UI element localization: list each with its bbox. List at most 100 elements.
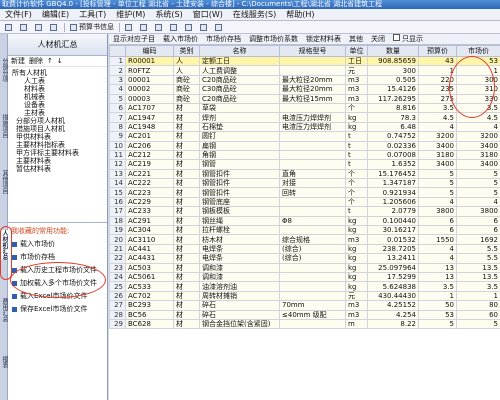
table-cell[interactable]: 商砼	[173, 74, 200, 86]
table-row[interactable]: 15 AC223 材钢管扣件 回转个 0.921934 5 5	[109, 187, 500, 198]
table-cell[interactable]: 元	[345, 290, 368, 302]
table-cell[interactable]: 直角	[279, 168, 346, 180]
table-cell[interactable]	[279, 262, 346, 274]
table-cell[interactable]: 拉杆螺栓	[199, 225, 280, 236]
new-node-button[interactable]: 新建	[11, 56, 25, 66]
table-cell[interactable]: 3400	[418, 140, 457, 151]
save-button[interactable]	[32, 22, 47, 33]
table-cell[interactable]: 4	[418, 121, 457, 133]
table-cell[interactable]: 周转材摊销	[199, 290, 280, 302]
table-cell[interactable]: AC5061	[125, 271, 174, 283]
table-cell[interactable]: 3.5	[456, 102, 500, 114]
tree-node[interactable]: 主要材料表	[10, 157, 107, 165]
table-cell[interactable]: 430.44430	[367, 290, 419, 302]
table-cell[interactable]	[279, 271, 346, 283]
table-cell[interactable]: 4.25152	[367, 300, 419, 311]
table-cell[interactable]: 材	[173, 290, 200, 302]
table-cell[interactable]: 5	[418, 318, 457, 330]
table-cell[interactable]: 5.624838	[367, 281, 419, 292]
table-row[interactable]: 5 00003 商砼 C20商品砼 最大粒径15mm m3 117.26295 275 330	[109, 93, 500, 104]
table-cell[interactable]: 3.5	[418, 102, 457, 114]
table-cell[interactable]: 4.254	[367, 309, 419, 320]
table-cell[interactable]: AC291	[125, 215, 174, 227]
table-cell[interactable]: 个	[345, 102, 368, 114]
move-up-button[interactable]: ↑	[47, 57, 53, 65]
table-cell[interactable]: 钢管扣件	[199, 187, 280, 198]
table-cell[interactable]: 材	[173, 178, 200, 189]
table-cell[interactable]: 0.921934	[367, 187, 419, 198]
table-cell[interactable]	[279, 206, 346, 217]
table-cell[interactable]: m3	[345, 300, 368, 311]
table-cell[interactable]: 电焊条	[199, 253, 280, 264]
table-cell[interactable]: 3.5	[456, 281, 500, 292]
table-cell[interactable]	[279, 225, 346, 236]
table-cell[interactable]: 人	[173, 55, 200, 67]
table-cell[interactable]	[279, 290, 346, 302]
table-cell[interactable]: m	[345, 318, 368, 330]
table-row[interactable]: 21 AC441 材电焊条 (综合) kg 238.7205 4 5.5	[109, 243, 500, 255]
menu-edit[interactable]: 编辑(E)	[37, 9, 74, 20]
table-cell[interactable]: t	[345, 159, 368, 170]
table-cell[interactable]: 4	[456, 196, 500, 208]
table-cell[interactable]: 5	[418, 187, 457, 198]
table-cell[interactable]: 钢管	[199, 159, 280, 170]
column-header[interactable]: 编码	[125, 45, 174, 57]
vtab-other[interactable]: 其他项目	[0, 170, 8, 194]
table-cell[interactable]: 5.5	[456, 243, 500, 255]
vtab-fees[interactable]: 费用汇总	[0, 298, 8, 322]
table-cell[interactable]: AC222	[125, 178, 174, 189]
table-cell[interactable]: C20商品砼	[199, 93, 280, 104]
favorite-weighted-load[interactable]: 加权载入多个市场价文件	[8, 277, 107, 290]
table-cell[interactable]: 13.5	[456, 262, 500, 274]
table-cell[interactable]: 3800	[418, 206, 457, 217]
table-cell[interactable]: t	[345, 140, 368, 151]
table-cell[interactable]: 个	[345, 178, 368, 189]
table-cell[interactable]: 0.07008	[367, 149, 419, 161]
table-cell[interactable]: 00001	[125, 74, 174, 86]
table-cell[interactable]: 0.02336	[367, 140, 419, 151]
table-cell[interactable]: 17.5299	[367, 271, 419, 283]
table-cell[interactable]: 扁钢	[199, 140, 280, 151]
table-cell[interactable]: 最大粒径20mm	[279, 84, 346, 95]
table-cell[interactable]: 0.100440	[367, 215, 419, 227]
tree-node[interactable]: 甲方评标主要材料表	[10, 149, 107, 157]
table-cell[interactable]: BC56	[125, 309, 174, 320]
table-cell[interactable]	[279, 55, 346, 67]
table-cell[interactable]: 电焊条	[199, 243, 280, 255]
table-row[interactable]: 23 AC503 材调和漆 kg 25.097964 13 13.5	[109, 262, 500, 274]
table-row[interactable]: 6 AC1707 材草袋个 8.816 3.5 3.5	[109, 102, 500, 114]
table-cell[interactable]: 300	[456, 74, 500, 86]
table-cell[interactable]: kg	[345, 253, 368, 264]
table-cell[interactable]: 300	[367, 65, 419, 76]
preview-button[interactable]: 预算书信息	[67, 22, 117, 33]
table-cell[interactable]: 元	[345, 65, 368, 76]
table-cell[interactable]: 0.505	[367, 74, 419, 86]
redo-button[interactable]	[137, 22, 152, 33]
table-cell[interactable]: BC293	[125, 300, 174, 311]
column-header[interactable]: 类别	[173, 45, 200, 57]
table-cell[interactable]: 330	[456, 93, 500, 104]
table-cell[interactable]	[279, 318, 346, 330]
table-cell[interactable]: t	[345, 206, 368, 217]
vtab-materials[interactable]: 人材机汇总	[0, 230, 8, 260]
table-cell[interactable]: 6.48	[367, 121, 419, 133]
table-cell[interactable]: 材	[173, 149, 200, 161]
table-cell[interactable]: 1550	[418, 234, 457, 245]
tree-node[interactable]: 分部分项人材机	[10, 117, 107, 125]
table-row[interactable]: 25 AC533 材油漆溶剂油 kg 5.624838 3.5 3.5	[109, 281, 500, 292]
table-cell[interactable]: 4	[418, 243, 457, 255]
table-cell[interactable]: 6	[456, 225, 500, 236]
tree-node[interactable]: 人工表	[10, 77, 107, 85]
table-cell[interactable]: 4.5	[456, 112, 500, 123]
table-cell[interactable]: 5.5	[456, 253, 500, 264]
table-cell[interactable]: Φ8	[279, 215, 346, 227]
menu-window[interactable]: 窗口(W)	[188, 9, 228, 20]
show-only-toggle[interactable]: 只显示	[389, 34, 427, 44]
table-row[interactable]: 16 AC229 材钢管底座个 1.205606 4 4	[109, 196, 500, 208]
table-cell[interactable]: 3180	[456, 149, 500, 161]
table-cell[interactable]: 275	[418, 93, 457, 104]
table-cell[interactable]: 3400	[456, 140, 500, 151]
table-cell[interactable]: 00002	[125, 84, 174, 95]
table-cell[interactable]: 草袋	[199, 102, 280, 114]
table-cell[interactable]: 商砼	[173, 84, 200, 95]
